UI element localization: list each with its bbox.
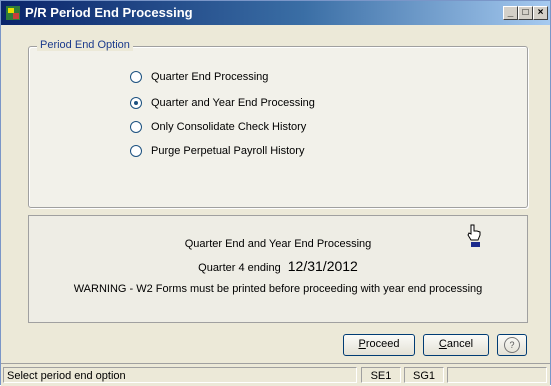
cancel-label: ancel xyxy=(446,338,474,350)
radio-label: Only Consolidate Check History xyxy=(151,121,307,133)
radio-label: Quarter and Year End Processing xyxy=(151,97,315,109)
radio-quarter-year-end[interactable]: Quarter and Year End Processing xyxy=(130,95,315,111)
quarter-ending-line: Quarter 4 ending 12/31/2012 xyxy=(29,258,527,274)
maximize-button[interactable]: □ xyxy=(518,6,533,20)
proceed-mnemonic: P xyxy=(358,338,366,350)
help-button[interactable]: ? xyxy=(497,334,527,356)
radio-consolidate-check-history[interactable]: Only Consolidate Check History xyxy=(130,119,306,135)
hand-pointer-cursor-icon xyxy=(467,224,481,247)
cancel-button[interactable]: Cancel xyxy=(423,334,489,356)
radio-button-icon[interactable] xyxy=(130,121,142,133)
proceed-button[interactable]: Proceed xyxy=(343,334,415,356)
status-panel-se: SE1 xyxy=(361,367,401,383)
radio-label: Purge Perpetual Payroll History xyxy=(151,145,305,157)
radio-button-checked-icon[interactable] xyxy=(130,97,142,109)
quarter-ending-date: 12/31/2012 xyxy=(287,258,358,274)
radio-button-icon[interactable] xyxy=(130,71,142,83)
radio-button-icon[interactable] xyxy=(130,145,142,157)
info-panel: Quarter End and Year End Processing Quar… xyxy=(28,215,528,323)
cancel-mnemonic: C xyxy=(438,338,447,350)
title-bar[interactable]: P/R Period End Processing _ □ × xyxy=(1,1,550,25)
close-button[interactable]: × xyxy=(533,6,548,20)
warning-text: WARNING - W2 Forms must be printed befor… xyxy=(73,283,483,295)
info-heading: Quarter End and Year End Processing xyxy=(184,238,372,250)
group-legend: Period End Option xyxy=(37,39,133,51)
radio-label: Quarter End Processing xyxy=(151,71,269,83)
status-panel-sg: SG1 xyxy=(404,367,444,383)
status-message: Select period end option xyxy=(3,367,357,383)
radio-purge-payroll-history[interactable]: Purge Perpetual Payroll History xyxy=(130,143,304,159)
status-bar: Select period end option SE1 SG1 xyxy=(1,363,550,386)
quarter-ending-label: Quarter 4 ending xyxy=(198,262,281,274)
window-title: P/R Period End Processing xyxy=(25,5,193,20)
period-end-window: P/R Period End Processing _ □ × Period E… xyxy=(0,0,551,386)
help-icon: ? xyxy=(504,337,520,353)
radio-quarter-end[interactable]: Quarter End Processing xyxy=(130,69,268,85)
app-icon xyxy=(6,6,20,20)
minimize-button[interactable]: _ xyxy=(503,6,518,20)
status-panel-empty xyxy=(447,367,547,383)
proceed-label: roceed xyxy=(365,338,400,350)
